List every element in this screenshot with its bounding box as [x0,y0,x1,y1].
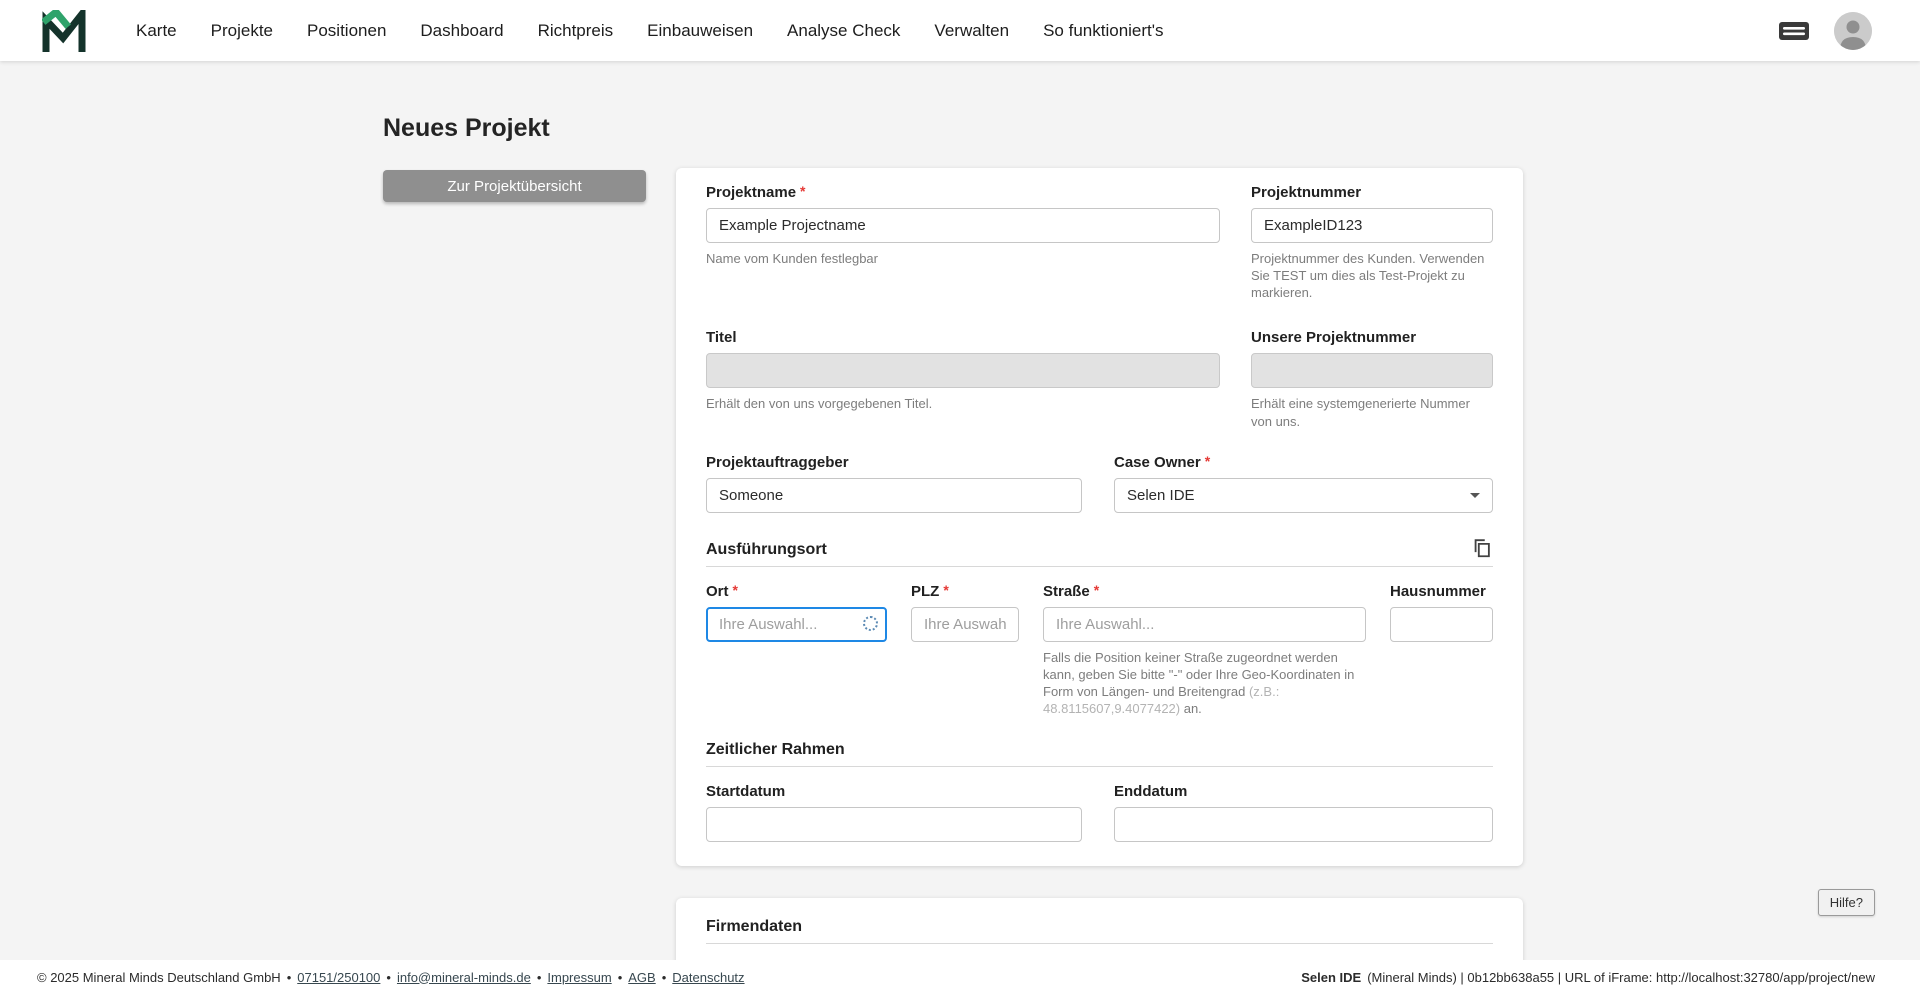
strasse-input[interactable] [1043,606,1366,642]
case-owner-select[interactable]: Selen IDE [1114,477,1493,513]
required-asterisk: * [1093,581,1100,598]
footer-datenschutz-link[interactable]: Datenschutz [672,970,744,985]
hausnummer-label: Hausnummer [1390,582,1486,600]
unsere-projektnummer-helper: Erhält eine systemgenerierte Nummer von … [1251,396,1470,429]
firmendaten-card: Firmendaten [676,898,1523,960]
footer-email-link[interactable]: info@mineral-minds.de [397,970,531,985]
section-firmendaten: Firmendaten [706,918,1493,944]
footer-left: © 2025 Mineral Minds Deutschland GmbH • … [37,970,745,985]
footer: © 2025 Mineral Minds Deutschland GmbH • … [0,960,1920,994]
required-asterisk: * [800,183,806,199]
hausnummer-input[interactable] [1390,606,1493,642]
ort-label: Ort * [706,581,738,600]
section-zeitlicher-rahmen-title: Zeitlicher Rahmen [706,741,845,759]
projektnummer-helper: Projektnummer des Kunden. Verwenden Sie … [1251,251,1485,301]
nav-right-actions [1778,11,1872,50]
required-asterisk: * [943,581,949,598]
footer-right: Selen IDE (Mineral Minds) | 0b12bb638a55… [1301,970,1875,985]
projektname-label: Projektname * [706,183,806,201]
keyboard-icon[interactable] [1778,20,1810,42]
section-zeitlicher-rahmen: Zeitlicher Rahmen [706,741,1493,768]
page-title: Neues Projekt [383,114,550,142]
nav-projekte[interactable]: Projekte [211,21,273,41]
app-logo[interactable] [42,9,86,52]
unsere-projektnummer-label: Unsere Projektnummer [1251,329,1417,347]
chevron-down-icon [1470,492,1480,498]
footer-separator: • [536,969,542,985]
footer-agb-link[interactable]: AGB [628,970,655,985]
main-content: Neues Projekt Zur Projektübersicht Proje… [0,61,1920,960]
project-form-card: Projektname* Name vom Kunden festlegbar … [676,168,1523,866]
projektname-input[interactable] [706,208,1220,243]
projektauftraggeber-label: Projektauftraggeber [706,453,849,471]
main-nav: Karte Projekte Positionen Dashboard Rich… [136,21,1164,41]
nav-richtpreis[interactable]: Richtpreis [538,21,614,41]
startdatum-label: Startdatum [706,783,786,801]
top-navbar: Karte Projekte Positionen Dashboard Rich… [0,0,1920,61]
footer-session-info: (Mineral Minds) | 0b12bb638a55 | URL of … [1367,969,1875,985]
form-row-name-number: Projektname* Name vom Kunden festlegbar … [706,183,1493,301]
plz-label: PLZ * [911,581,949,600]
help-button[interactable]: Hilfe? [1817,889,1875,916]
enddatum-label: Enddatum [1114,783,1188,801]
section-firmendaten-title: Firmendaten [706,918,803,935]
titel-input [706,353,1220,389]
form-row-titel-unsere-nummer: Titel Erhält den von uns vorgegebenen Ti… [706,329,1493,429]
footer-separator: • [386,969,391,985]
case-owner-label: Case Owner * [1114,452,1211,471]
section-ausfuehrungsort-title: Ausführungsort [706,540,827,558]
footer-separator: • [617,969,623,985]
logo-mark-icon [42,9,86,52]
required-asterisk: * [732,581,738,598]
footer-impressum-link[interactable]: Impressum [547,970,611,985]
copy-icon[interactable] [1471,537,1493,559]
required-asterisk: * [1204,452,1211,469]
nav-verwalten[interactable]: Verwalten [934,21,1009,41]
nav-karte[interactable]: Karte [136,21,177,41]
footer-user: Selen IDE [1301,969,1362,985]
projektauftraggeber-input[interactable] [706,477,1082,513]
enddatum-input[interactable] [1114,807,1493,843]
section-ausfuehrungsort: Ausführungsort [706,537,1493,567]
projektname-helper: Name vom Kunden festlegbar [706,251,878,266]
back-to-projects-button[interactable]: Zur Projektübersicht [383,170,646,202]
startdatum-input[interactable] [706,807,1082,843]
form-row-dates: Startdatum Enddatum [706,783,1493,843]
nav-positionen[interactable]: Positionen [307,21,386,41]
strasse-label: Straße * [1043,581,1100,600]
form-row-auftraggeber-caseowner: Projektauftraggeber Case Owner* Selen ID… [706,452,1493,513]
nav-analyse-check[interactable]: Analyse Check [787,21,900,41]
titel-helper: Erhält den von uns vorgegebenen Titel. [706,396,933,412]
projektnummer-input[interactable] [1251,208,1493,243]
titel-label: Titel [706,329,737,347]
footer-copyright: © 2025 Mineral Minds Deutschland GmbH [37,969,281,985]
nav-einbauweisen[interactable]: Einbauweisen [647,21,753,41]
plz-input[interactable] [911,606,1019,642]
footer-separator: • [661,969,667,985]
unsere-projektnummer-input [1251,353,1493,389]
case-owner-value: Selen IDE [1127,486,1195,504]
footer-separator: • [286,969,292,985]
ort-input[interactable] [706,606,887,642]
strasse-helper: Falls die Position keiner Straße zugeord… [1043,649,1355,717]
nav-so-funktionierts[interactable]: So funktioniert's [1043,21,1163,41]
footer-phone-link[interactable]: 07151/250100 [297,970,380,985]
user-avatar-icon[interactable] [1834,11,1872,50]
projektnummer-label: Projektnummer [1251,184,1362,201]
nav-dashboard[interactable]: Dashboard [420,21,503,41]
form-row-ort: Ort* PLZ* Straße* Falls die Po [706,581,1493,718]
